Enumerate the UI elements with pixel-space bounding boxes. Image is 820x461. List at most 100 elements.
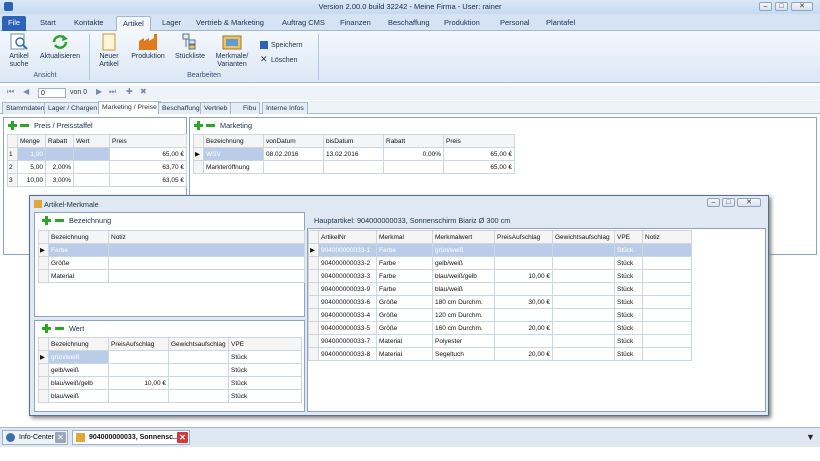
table-row[interactable]: 904000000033-7 Material Polyester Stück — [308, 334, 692, 348]
first-record-icon[interactable]: ⏮ — [7, 87, 14, 97]
table-row[interactable]: 904000000033-8 Material Segeltuch 20,00 € St… — [308, 347, 692, 361]
dialog-minimize-button[interactable]: – — [707, 198, 720, 207]
refresh-icon — [52, 35, 68, 49]
record-position-input[interactable]: 0 — [38, 88, 66, 98]
tab-produktion[interactable]: Produktion — [438, 16, 486, 31]
close-button[interactable]: ✕ — [791, 2, 813, 11]
tab-stammdaten[interactable]: Stammdaten — [2, 102, 49, 114]
varianten-panel: ArtikelNr Merkmal Merkmalwert PreisAufschla… — [307, 228, 766, 412]
tab-artikel[interactable]: Artikel — [116, 16, 151, 31]
marketing-table: Bezeichnung vonDatum bisDatum Rabatt Preis ▶… — [193, 134, 515, 174]
bezeichnung-title: Bezeichnung — [69, 216, 112, 225]
table-row[interactable]: 904000000033-3 Farbe blau/weiß/gelb 10,00 €… — [308, 269, 692, 283]
dialog-maximize-button[interactable]: □ — [722, 198, 735, 207]
tab-marketing-preise[interactable]: Marketing / Preise — [98, 101, 161, 114]
table-row[interactable]: ▶ WSV 08.02.2016 13.02.2016 0,00% 65,00 € — [193, 147, 515, 161]
tab-start[interactable]: Start — [34, 16, 62, 31]
table-row[interactable]: ▶ 904000000033-1 Farbe grün/weiß Stück — [308, 243, 692, 257]
minimize-button[interactable]: – — [759, 2, 772, 11]
loeschen-button[interactable]: ✕ Löschen — [260, 54, 297, 65]
record-count: von 0 — [70, 89, 88, 96]
add-icon[interactable] — [42, 216, 51, 225]
previous-record-icon[interactable]: ◀ — [23, 87, 29, 96]
table-row[interactable]: 904000000033-2 Farbe gelb/weiß Stück — [308, 256, 692, 270]
remove-icon[interactable] — [55, 327, 64, 330]
artikel-suche-button[interactable]: Artikel suche — [4, 33, 34, 69]
hauptartikel-label: Hauptartikel: 904000000033, Sonnenschirm… — [314, 216, 511, 225]
tab-kontakte[interactable]: Kontakte — [68, 16, 110, 31]
marketing-title: Marketing — [220, 121, 253, 130]
tab-beschaffung[interactable]: Beschaffung — [382, 16, 436, 31]
last-record-icon[interactable]: ⏭ — [109, 87, 116, 97]
tab-vertrieb[interactable]: Vertrieb — [200, 102, 232, 114]
close-tab-icon[interactable]: ✕ — [55, 432, 66, 443]
tab-personal[interactable]: Personal — [494, 16, 536, 31]
add-icon[interactable] — [194, 121, 203, 130]
wert-table: Bezeichnung PreisAufschlag Gewichtsaufschl… — [38, 337, 302, 403]
add-icon[interactable] — [42, 324, 51, 333]
table-row[interactable]: Größe — [38, 256, 305, 270]
save-icon — [260, 41, 268, 49]
next-record-icon[interactable]: ▶ — [96, 87, 102, 96]
wert-title: Wert — [69, 324, 85, 333]
dialog-close-button[interactable]: ✕ — [737, 198, 761, 207]
stueckliste-button[interactable]: Stückliste — [172, 33, 208, 61]
ribbon-tab-bar: File Start Kontakte Artikel Lager Vertri… — [0, 14, 820, 31]
tab-info-center[interactable]: Info-Center ✕ — [2, 430, 68, 445]
table-row[interactable]: 904000000033-5 Größe 160 cm Durchm. 20,00 €… — [308, 321, 692, 335]
tab-lager-chargen[interactable]: Lager / Chargen — [44, 102, 102, 114]
add-icon[interactable] — [8, 121, 17, 130]
tab-plantafel[interactable]: Plantafel — [540, 16, 581, 31]
wert-panel: Wert Bezeichnung PreisAufschlag Gewichtsau… — [34, 320, 305, 412]
close-tab-icon[interactable]: ✕ — [177, 432, 188, 443]
tab-finanzen[interactable]: Finanzen — [334, 16, 377, 31]
table-row[interactable]: 904000000033-4 Größe 120 cm Durchm. Stück — [308, 308, 692, 322]
remove-icon[interactable] — [55, 219, 64, 222]
speichern-button[interactable]: Speichern — [260, 41, 303, 49]
varianten-table: ArtikelNr Merkmal Merkmalwert PreisAufschla… — [308, 230, 692, 361]
tab-artikel-document[interactable]: 904000000033, Sonnensc... ✕ — [72, 430, 190, 445]
window-title: Version 2.00.0 build 32242 - Meine Firma… — [318, 2, 502, 11]
tab-file[interactable]: File — [2, 16, 27, 31]
table-row[interactable]: Material — [38, 269, 305, 283]
table-row[interactable]: blau/weiß Stück — [38, 389, 302, 403]
tab-interne-infos[interactable]: Interne Infos — [262, 102, 308, 114]
preis-table: Menge Rabatt Wert Preis 1 1,00 65,00 € 2 5,00 2… — [7, 134, 187, 187]
maximize-button[interactable]: □ — [775, 2, 788, 11]
merkmale-varianten-button[interactable]: Merkmale/ Varianten — [212, 33, 252, 69]
produktion-button[interactable]: Produktion — [128, 33, 168, 61]
ribbon: Artikel suche Aktualisieren Neuer Artike… — [0, 31, 820, 83]
aktualisieren-button[interactable]: Aktualisieren — [38, 33, 82, 61]
tab-auftrag-cms[interactable]: Auftrag CMS — [276, 16, 331, 31]
group-label-ansicht: Ansicht — [33, 72, 57, 79]
table-row[interactable]: 904000000033-9 Farbe blau/weiß Stück — [308, 282, 692, 296]
bezeichnung-panel: Bezeichnung Bezeichnung Notiz ▶ Farbe Größ… — [34, 212, 305, 317]
tab-beschaffung[interactable]: Beschaffung — [158, 102, 204, 114]
search-icon — [10, 33, 28, 50]
dialog-title: Artikel-Merkmale — [44, 200, 99, 209]
add-record-icon[interactable]: ✚ — [126, 87, 133, 96]
table-row[interactable]: ▶ grün/weiß Stück — [38, 350, 302, 364]
table-row[interactable]: 904000000033-6 Größe 180 cm Durchm. 30,00 €… — [308, 295, 692, 309]
document-icon — [76, 433, 85, 442]
remove-icon[interactable] — [206, 124, 215, 127]
delete-record-icon[interactable]: ✖ — [140, 87, 147, 96]
table-row[interactable]: 1 1,00 65,00 € — [7, 147, 187, 161]
tab-lager[interactable]: Lager — [156, 16, 187, 31]
tab-fibu[interactable]: Fibu — [230, 102, 261, 114]
chevron-down-icon[interactable]: ▼ — [806, 432, 815, 442]
record-navigator: ⏮ ◀ von 0 ▶ ⏭ ✚ ✖ — [0, 86, 820, 100]
table-row[interactable]: gelb/weiß Stück — [38, 363, 302, 377]
table-row[interactable]: 2 5,00 2,00% 63,70 € — [7, 160, 187, 174]
ribbon-separator — [318, 34, 319, 80]
tab-vertrieb-marketing[interactable]: Vertrieb & Marketing — [190, 16, 270, 31]
variants-icon — [222, 35, 242, 50]
title-bar: Version 2.00.0 build 32242 - Meine Firma… — [0, 0, 820, 14]
table-row[interactable]: ▶ Farbe — [38, 243, 305, 257]
neuer-artikel-button[interactable]: Neuer Artikel — [94, 33, 124, 69]
remove-icon[interactable] — [20, 124, 29, 127]
table-row[interactable]: 3 10,00 3,00% 63,05 € — [7, 173, 187, 187]
table-row[interactable]: blau/weiß/gelb 10,00 € Stück — [38, 376, 302, 390]
table-row[interactable]: Markteröffnung 65,00 € — [193, 160, 515, 174]
info-icon — [6, 433, 15, 442]
